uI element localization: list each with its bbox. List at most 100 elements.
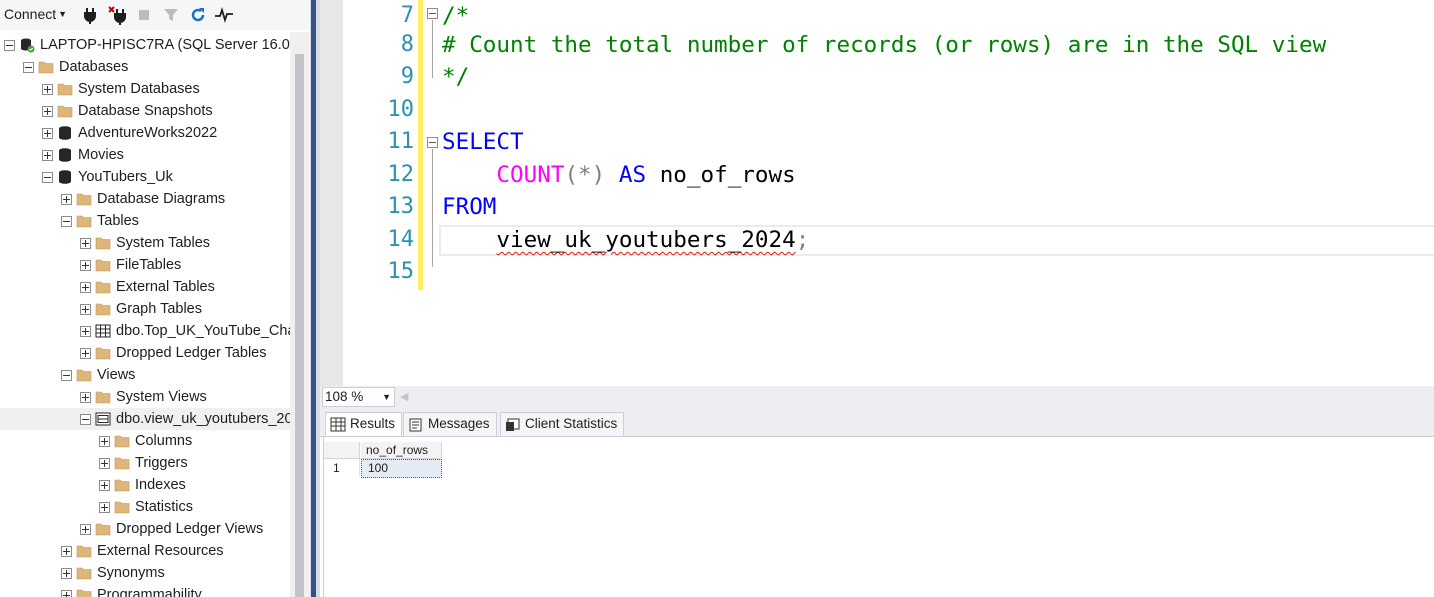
collapse-select-icon[interactable] xyxy=(427,137,438,148)
expand-icon[interactable] xyxy=(99,436,110,447)
expand-icon[interactable] xyxy=(42,106,53,117)
statistics-icon xyxy=(506,418,520,431)
expand-icon[interactable] xyxy=(61,568,72,579)
tree-node[interactable]: Graph Tables xyxy=(0,298,290,320)
collapse-icon[interactable] xyxy=(42,172,53,183)
expand-icon[interactable] xyxy=(80,392,91,403)
expand-icon[interactable] xyxy=(80,348,91,359)
folder-icon xyxy=(57,103,73,119)
tree-node[interactable]: System Views xyxy=(0,386,290,408)
tree-node-label: Synonyms xyxy=(97,565,165,581)
tab-messages[interactable]: Messages xyxy=(403,412,497,436)
editor-selection-margin xyxy=(320,0,343,386)
expand-icon[interactable] xyxy=(80,304,91,315)
tree-node[interactable]: Programmability xyxy=(0,584,290,597)
expand-icon[interactable] xyxy=(80,260,91,271)
tree-node[interactable]: Movies xyxy=(0,144,290,166)
collapse-icon[interactable] xyxy=(23,62,34,73)
tree-node[interactable]: Dropped Ledger Tables xyxy=(0,342,290,364)
tree-node[interactable]: YouTubers_Uk xyxy=(0,166,290,188)
connect-button[interactable]: Connect ▼ xyxy=(4,6,67,22)
tree-node[interactable]: dbo.Top_UK_YouTube_Cha xyxy=(0,320,290,342)
folder-icon xyxy=(76,587,92,597)
tab-client-statistics[interactable]: Client Statistics xyxy=(500,412,625,436)
expand-icon[interactable] xyxy=(42,150,53,161)
connect-plug-icon[interactable] xyxy=(80,5,100,25)
code-line-9[interactable]: */ xyxy=(442,61,469,93)
code-line-12[interactable]: COUNT(*) AS no_of_rows xyxy=(442,159,795,191)
chevron-down-icon: ▼ xyxy=(382,392,391,402)
collapse-icon[interactable] xyxy=(80,414,91,425)
row-number[interactable]: 1 xyxy=(324,459,360,477)
query-editor[interactable]: 7 8 9 10 11 12 13 14 15 /* # Count the total num… xyxy=(320,0,1434,386)
grid-select-all-corner[interactable] xyxy=(324,442,360,459)
filter-icon[interactable] xyxy=(161,5,181,25)
code-line-7[interactable]: /* xyxy=(442,0,469,32)
code-line-13[interactable]: FROM xyxy=(442,191,496,223)
tree-node[interactable]: Dropped Ledger Views xyxy=(0,518,290,540)
expand-icon[interactable] xyxy=(99,458,110,469)
results-grid[interactable]: no_of_rows 1 100 xyxy=(320,436,1434,597)
tree-node[interactable]: AdventureWorks2022 xyxy=(0,122,290,144)
tree-node[interactable]: Columns xyxy=(0,430,290,452)
expand-icon[interactable] xyxy=(80,238,91,249)
tree-node[interactable]: Databases xyxy=(0,56,290,78)
tree-node[interactable]: System Databases xyxy=(0,78,290,100)
folder-icon xyxy=(76,565,92,581)
expand-icon[interactable] xyxy=(80,524,91,535)
object-explorer-tree: LAPTOP-HPISC7RA (SQL Server 16.0.1 Databa… xyxy=(0,34,290,597)
expand-icon[interactable] xyxy=(99,480,110,491)
tree-node[interactable]: Views xyxy=(0,364,290,386)
disconnect-icon[interactable] xyxy=(108,5,128,25)
tree-node[interactable]: Tables xyxy=(0,210,290,232)
tree-node[interactable]: Database Diagrams xyxy=(0,188,290,210)
tree-node[interactable]: External Tables xyxy=(0,276,290,298)
activity-monitor-icon[interactable] xyxy=(214,5,234,25)
expand-icon[interactable] xyxy=(42,84,53,95)
tree-node[interactable]: Database Snapshots xyxy=(0,100,290,122)
code-line-8[interactable]: # Count the total number of records (or … xyxy=(442,29,1326,61)
fold-guide-line xyxy=(432,149,433,267)
tree-node[interactable]: External Resources xyxy=(0,540,290,562)
collapse-icon[interactable] xyxy=(61,370,72,381)
refresh-icon[interactable] xyxy=(188,5,208,25)
tree-node-label: Views xyxy=(97,367,136,383)
folder-icon xyxy=(57,81,73,97)
grid-icon xyxy=(330,417,346,432)
expand-icon[interactable] xyxy=(42,128,53,139)
expand-icon[interactable] xyxy=(61,590,72,597)
scroll-left-icon[interactable]: ◀ xyxy=(400,390,408,403)
line-number: 9 xyxy=(400,64,414,89)
tree-node[interactable]: LAPTOP-HPISC7RA (SQL Server 16.0.1 xyxy=(0,34,290,56)
column-header-no-of-rows[interactable]: no_of_rows xyxy=(361,442,442,459)
tree-node-label: Graph Tables xyxy=(116,301,202,317)
stop-icon[interactable] xyxy=(134,5,154,25)
scrollbar-thumb[interactable] xyxy=(295,54,304,597)
collapse-icon[interactable] xyxy=(4,40,15,51)
grid-cell[interactable]: 100 xyxy=(361,459,442,478)
tree-node[interactable]: dbo.view_uk_youtubers_20 xyxy=(0,408,290,430)
line-number: 10 xyxy=(387,97,415,122)
tree-node[interactable]: Triggers xyxy=(0,452,290,474)
line-number: 11 xyxy=(387,129,415,154)
collapse-comment-icon[interactable] xyxy=(427,8,438,19)
tree-node[interactable]: System Tables xyxy=(0,232,290,254)
tree-node[interactable]: Indexes xyxy=(0,474,290,496)
code-line-14[interactable]: view_uk_youtubers_2024; xyxy=(442,224,809,256)
tree-node[interactable]: FileTables xyxy=(0,254,290,276)
expand-icon[interactable] xyxy=(61,546,72,557)
tree-node-label: Tables xyxy=(97,213,139,229)
database-icon xyxy=(57,169,73,185)
expand-icon[interactable] xyxy=(80,326,91,337)
expand-icon[interactable] xyxy=(99,502,110,513)
code-line-11[interactable]: SELECT xyxy=(442,126,524,158)
tree-node[interactable]: Statistics xyxy=(0,496,290,518)
tab-results[interactable]: Results xyxy=(325,412,403,436)
tree-node[interactable]: Synonyms xyxy=(0,562,290,584)
object-explorer-scrollbar[interactable] xyxy=(290,32,310,597)
expand-icon[interactable] xyxy=(80,282,91,293)
expand-icon[interactable] xyxy=(61,194,72,205)
collapse-icon[interactable] xyxy=(61,216,72,227)
zoom-dropdown[interactable]: 108 % ▼ xyxy=(322,387,395,407)
tree-node-label: Statistics xyxy=(135,499,194,515)
